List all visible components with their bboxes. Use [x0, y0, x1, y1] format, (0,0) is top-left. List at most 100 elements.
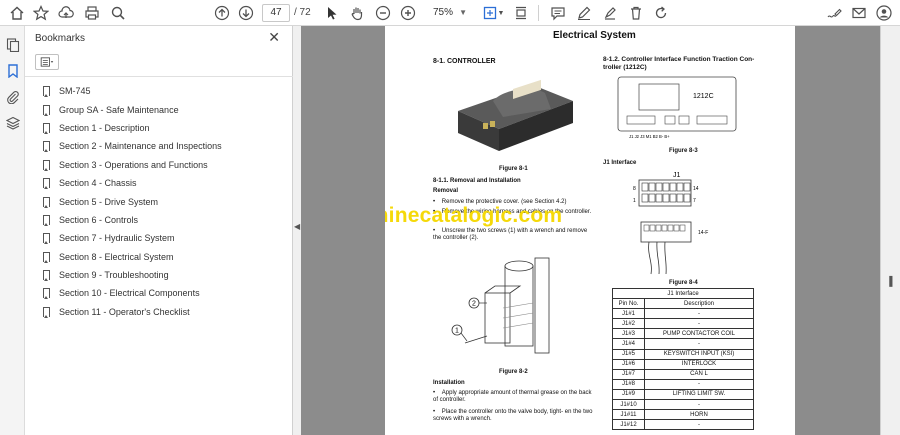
select-cursor-icon[interactable] [322, 3, 342, 23]
zoom-level-select[interactable]: 75% ▼ [423, 4, 469, 22]
table-cell: - [644, 419, 754, 431]
bookmark-item[interactable]: Section 10 - Electrical Components [43, 284, 222, 302]
bookmark-label: Section 6 - Controls [59, 214, 139, 225]
bookmark-item[interactable]: Section 11 - Operator's Checklist [43, 303, 222, 321]
table-cell: J1#1 [612, 308, 645, 320]
table-cell: J1#10 [612, 399, 645, 411]
mail-icon[interactable] [849, 3, 869, 23]
pencil-draw-icon[interactable] [574, 3, 594, 23]
table-cell: LIFTING LIMIT SW. [644, 388, 754, 401]
collapse-right-icon[interactable]: ▐ [886, 276, 892, 286]
table-cell: J1#5 [612, 348, 645, 360]
panel-title: Bookmarks [35, 33, 86, 44]
list-item: • Unscrew the two screws (1) with a wren… [433, 228, 588, 242]
bookmark-flag-icon [43, 159, 50, 171]
section-heading: 8-1. CONTROLLER [433, 58, 496, 65]
connector-pin-label: 14 [693, 186, 699, 192]
table-cell: HORN [644, 409, 754, 421]
table-cell: J1#7 [612, 368, 645, 380]
terminal-labels: J1 J2 J3 M1 B2 B- B+ [629, 134, 670, 139]
controller-model-label: 1212C [693, 93, 714, 100]
bookmark-flag-icon [43, 141, 50, 153]
upload-cloud-icon[interactable] [56, 3, 76, 23]
attachments-icon[interactable] [4, 88, 21, 105]
bookmark-item[interactable]: Section 2 - Maintenance and Inspections [43, 137, 222, 155]
table-row: J1#5 KEYSWITCH INPUT (KSI) [612, 348, 754, 360]
bookmark-flag-icon [43, 178, 50, 190]
zoom-search-icon[interactable] [108, 3, 128, 23]
table-row: J1#7 CAN L [612, 368, 754, 380]
bookmark-label: Section 10 - Electrical Components [59, 288, 200, 299]
page-thumbnails-icon[interactable] [4, 36, 21, 53]
bookmark-flag-icon [43, 214, 50, 226]
comment-icon[interactable] [548, 3, 568, 23]
print-icon[interactable] [82, 3, 102, 23]
callout-2: 2 [472, 301, 476, 308]
page-fit-dropdown-icon[interactable]: ▼ [496, 3, 506, 23]
document-viewer[interactable]: Electrical System 8-1. CONTROLLER Figure… [301, 26, 880, 435]
table-cell: - [644, 399, 754, 411]
panel-splitter[interactable]: ◀ [293, 26, 301, 435]
table-row: J1#9 LIFTING LIMIT SW. [612, 388, 754, 401]
page-number-input[interactable]: 47 [262, 4, 290, 22]
previous-page-icon[interactable] [212, 3, 232, 23]
removal-heading: Removal [433, 188, 459, 194]
bookmark-flag-icon [43, 86, 50, 98]
star-icon[interactable] [31, 3, 51, 23]
list-item: • Place the controller onto the valve bo… [433, 409, 593, 423]
bookmark-label: Section 9 - Troubleshooting [59, 270, 169, 281]
zoom-level-value: 75% [433, 7, 454, 18]
bookmarks-panel: Bookmarks ✕ SM-745 Group SA - Safe Maint… [25, 26, 293, 435]
bookmark-item[interactable]: SM-745 [43, 82, 222, 100]
table-header: Description [644, 298, 754, 310]
connector-pin-label: 1 [633, 198, 636, 204]
table-cell: INTERLOCK [644, 358, 754, 370]
bookmark-item[interactable]: Section 3 - Operations and Functions [43, 156, 222, 174]
scroll-mode-icon[interactable] [511, 3, 531, 23]
bookmark-item[interactable]: Section 1 - Description [43, 119, 222, 137]
page-title: Electrical System [553, 30, 636, 41]
table-cell: - [644, 318, 754, 330]
bookmark-item[interactable]: Section 5 - Drive System [43, 192, 222, 210]
subsection-heading: 8-1.1. Removal and Installation [433, 178, 521, 184]
layers-icon[interactable] [4, 114, 21, 131]
bookmark-options-menu[interactable] [35, 54, 59, 70]
zoom-in-icon[interactable] [398, 3, 418, 23]
undo-rotate-icon[interactable] [651, 3, 671, 23]
fill-sign-icon[interactable] [824, 3, 844, 23]
close-icon[interactable]: ✕ [268, 29, 280, 46]
bookmark-item[interactable]: Section 4 - Chassis [43, 174, 222, 192]
connector-label: J1 [673, 172, 681, 179]
bookmark-flag-icon [43, 233, 50, 245]
table-caption: J1 Interface [612, 287, 754, 300]
bookmarks-icon[interactable] [4, 62, 21, 79]
account-user-icon[interactable] [874, 3, 894, 23]
bookmark-flag-icon [43, 270, 50, 282]
bookmark-label: Section 5 - Drive System [59, 196, 159, 207]
j1-interface-table: J1 Interface Pin No. Description J1#1- J1… [612, 287, 754, 431]
bookmark-label: Group SA - Safe Maintenance [59, 104, 179, 115]
bookmark-item[interactable]: Section 7 - Hydraulic System [43, 229, 222, 247]
bookmark-item[interactable]: Section 8 - Electrical System [43, 248, 222, 266]
highlight-icon[interactable] [600, 3, 620, 23]
zoom-out-icon[interactable] [373, 3, 393, 23]
table-header: Pin No. [612, 298, 645, 310]
bookmark-label: Section 2 - Maintenance and Inspections [59, 141, 222, 152]
watermark: machinecatalogic.com [385, 204, 563, 227]
pdf-page: Electrical System 8-1. CONTROLLER Figure… [385, 26, 795, 435]
bookmark-list: SM-745 Group SA - Safe Maintenance Secti… [43, 82, 222, 321]
connector-pin-label: 7 [693, 198, 696, 204]
bookmark-item[interactable]: Section 9 - Troubleshooting [43, 266, 222, 284]
next-page-icon[interactable] [236, 3, 256, 23]
bookmark-item[interactable]: Group SA - Safe Maintenance [43, 100, 222, 118]
collapse-left-icon[interactable]: ◀ [294, 222, 300, 231]
hand-tool-icon[interactable] [347, 3, 367, 23]
connector-side-label: 14-F [698, 230, 708, 236]
bookmark-item[interactable]: Section 6 - Controls [43, 211, 222, 229]
delete-trash-icon[interactable] [626, 3, 646, 23]
home-icon[interactable] [7, 3, 27, 23]
right-side-panel-toggle[interactable]: ▐ [880, 26, 900, 435]
bookmark-label: Section 1 - Description [59, 122, 150, 133]
controller-outline-diagram: 1212C J1 J2 J3 M1 B2 B- B+ [617, 76, 737, 139]
table-row: J1#12- [612, 419, 754, 431]
